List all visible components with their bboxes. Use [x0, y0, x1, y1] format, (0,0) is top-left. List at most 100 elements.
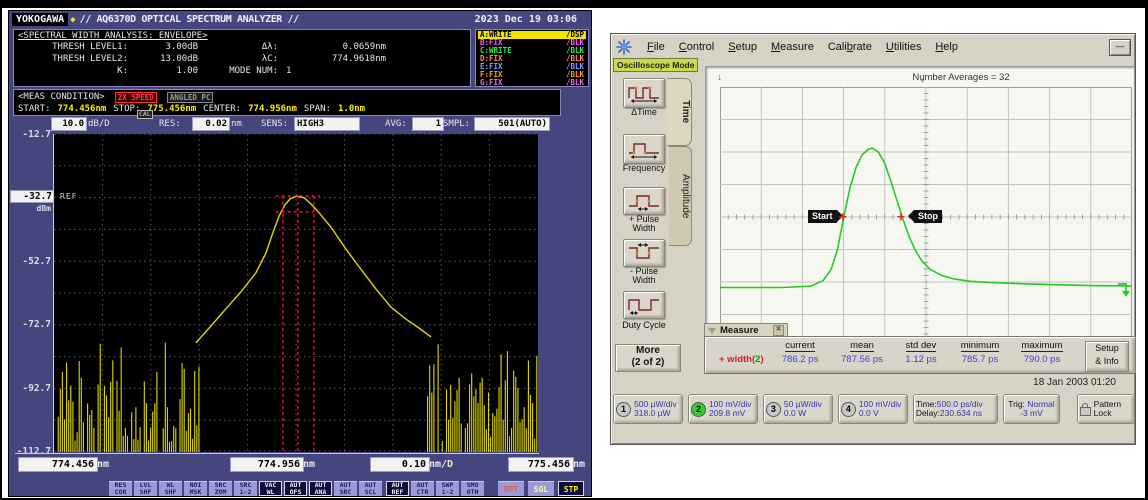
- channel-3-settings: 50 µW/div 0.0 W: [783, 398, 822, 418]
- softkey-wl-shf[interactable]: WL SHF: [159, 481, 182, 496]
- softkey-aut-ref[interactable]: AUT REF: [386, 481, 409, 496]
- speed-badge: 2X SPEED: [114, 91, 157, 103]
- stop-cursor-flag[interactable]: Stop: [908, 210, 942, 223]
- menu-calibrate[interactable]: Calibrate: [828, 41, 872, 53]
- x-scale-unit: nm/D: [429, 459, 454, 470]
- plus-pulse-width-button[interactable]: [623, 187, 665, 215]
- minus-pulse-width-icon: [629, 243, 659, 259]
- softkey-smo-oth[interactable]: SMO OTH: [461, 481, 484, 496]
- res-label: RES:: [159, 119, 181, 129]
- measure-tab[interactable]: Measure ✕: [704, 323, 788, 337]
- avg-value: 1: [413, 118, 443, 130]
- meas-condition-values-row: START: 774.456nm STOP: 775.456nm CENTER:…: [18, 103, 556, 115]
- spectral-width-analysis-box: <SPECTRAL WIDTH ANALYSIS: ENVELOPE> THRE…: [13, 29, 471, 87]
- more-button[interactable]: More (2 of 2): [615, 344, 681, 372]
- softkey-aut-scl[interactable]: AUT SCL: [359, 481, 382, 496]
- start-value: 774.456nm: [57, 104, 107, 114]
- channel-1-button[interactable]: 1 500 µW/div 318.0 µW: [613, 394, 683, 424]
- measure-col-current: current 786.2 ps: [781, 340, 819, 365]
- softkey-res-cor[interactable]: RES COR: [109, 481, 132, 496]
- menu-measure[interactable]: Measure: [771, 41, 814, 53]
- softkey-vac-wl[interactable]: VAC WL: [259, 481, 282, 496]
- channel-1-settings: 500 µW/div 318.0 µW: [634, 398, 677, 418]
- measure-col-maximum: maximum 790.0 ps: [1021, 340, 1063, 365]
- channel-3-button[interactable]: 3 50 µW/div 0.0 W: [762, 394, 833, 424]
- minimize-button[interactable]: —: [1109, 39, 1131, 56]
- delta-lambda-value: 0.0659nm: [342, 42, 386, 52]
- softkey-src-1-2[interactable]: SRC 1-2: [234, 481, 257, 496]
- res-unit: nm: [231, 119, 242, 129]
- softkey-aut-ctr[interactable]: AUT CTR: [411, 481, 434, 496]
- stop-cursor-marker[interactable]: +: [897, 211, 905, 224]
- start-cursor-flag[interactable]: Start: [808, 210, 842, 223]
- trace-g-mode: /BLK: [565, 78, 584, 87]
- meas-condition-heading-row: <MEAS CONDITION> 2X SPEED ANGLED PC: [18, 91, 556, 103]
- tab-time[interactable]: Time: [667, 78, 692, 146]
- start-cursor-marker[interactable]: +: [839, 211, 847, 224]
- smpl-label: SMPL:: [443, 119, 471, 129]
- start-label: START:: [18, 104, 51, 114]
- osa-screen: YOKOGAWA ◆ // AQ6370D OPTICAL SPECTRUM A…: [8, 10, 592, 497]
- softkey-aut-ofs[interactable]: AUT OFS: [284, 481, 307, 496]
- osa-spectrum-svg: [54, 133, 538, 452]
- trigger-button[interactable]: Trig: Normal -3 mV: [1003, 394, 1060, 424]
- y-tick--92.7: -92.7: [22, 383, 51, 394]
- timebase-button[interactable]: Time:500.0 ps/div Delay:230.634 ns: [912, 394, 999, 424]
- osa-x-axis-row: 774.456 nm 774.956 nm 0.10 nm/D 775.456 …: [9, 458, 591, 472]
- menu-setup[interactable]: Setup: [728, 41, 757, 53]
- softkey-aut-ana[interactable]: AUT ANA: [309, 481, 332, 496]
- frequency-label: Frequency: [622, 163, 666, 173]
- horizontal-reference-icon: +: [920, 76, 926, 86]
- lock-icon: [1079, 403, 1091, 416]
- timebase-settings: Time:500.0 ps/div Delay:230.634 ns: [915, 398, 983, 418]
- trigger-settings: Trig: Normal -3 mV: [1008, 398, 1055, 418]
- x-stop-unit: nm: [573, 459, 586, 470]
- menu-help[interactable]: Help: [935, 41, 958, 53]
- k-label: K:: [117, 66, 128, 76]
- channel-4-number: 4: [840, 401, 856, 417]
- thresh-level2-label: THRESH LEVEL2:: [52, 54, 128, 64]
- ref-marker-label: REF: [60, 192, 78, 201]
- channel-2-button[interactable]: 2 100 mV/div 209.8 mV: [687, 394, 758, 424]
- setup-info-button[interactable]: Setup & Info: [1085, 341, 1129, 372]
- minus-pulse-width-label: - Pulse Width: [629, 266, 658, 285]
- duty-cycle-button[interactable]: [623, 291, 665, 319]
- trace-row-g[interactable]: G:FIX/BLK: [478, 79, 586, 87]
- thresh-level1-label: THRESH LEVEL1:: [52, 42, 128, 52]
- oscilloscope-mode-label: Oscilloscope Mode: [613, 58, 699, 72]
- y-tick--12.7: -12.7: [22, 129, 51, 140]
- trigger-position-icon: ↓: [717, 72, 722, 83]
- close-icon[interactable]: ✕: [773, 325, 784, 336]
- softkey-aut-src[interactable]: AUT SRC: [334, 481, 357, 496]
- menu-control[interactable]: Control: [679, 41, 714, 53]
- pattern-lock-button[interactable]: Pattern Lock: [1076, 394, 1135, 424]
- softkey-src-zom[interactable]: SRC ZOM: [209, 481, 232, 496]
- span-label: SPAN:: [303, 104, 331, 114]
- channel-4-button[interactable]: 4 100 mV/div 0.0 V: [837, 394, 908, 424]
- measure-body: + width(2) current 786.2 ps mean 787.56 ps…: [704, 336, 1136, 374]
- scope-window: File Control Setup Measure Calibrate Uti…: [610, 33, 1136, 445]
- repeat-sweep-key[interactable]: RPT: [498, 481, 524, 496]
- sens-label: SENS:: [261, 119, 289, 129]
- minus-pulse-width-button[interactable]: [623, 239, 665, 267]
- single-sweep-key[interactable]: SGL: [528, 481, 554, 496]
- measure-col-mean: mean 787.56 ps: [841, 340, 883, 365]
- agilent-starburst-logo: [616, 39, 632, 55]
- x-stop-value: 775.456: [509, 458, 573, 471]
- collapse-triangle-icon[interactable]: [708, 327, 716, 334]
- delta-time-button[interactable]: [623, 78, 665, 108]
- softkey-swp-1-2[interactable]: SWP 1-2: [436, 481, 459, 496]
- stop-sweep-key[interactable]: STP: [558, 481, 584, 496]
- softkey-lvl-shf[interactable]: LVL SHF: [134, 481, 157, 496]
- x-center-value: 774.956: [231, 458, 303, 471]
- softkey-noi-msk[interactable]: NOI MSK: [184, 481, 207, 496]
- ref-level-box: -32.7: [11, 191, 53, 202]
- y-tick--112.7: -112.7: [16, 446, 51, 457]
- menu-file[interactable]: File: [647, 41, 665, 53]
- analysis-grid: THRESH LEVEL1: 3.00dB Δλ: 0.0659nm THRES…: [18, 41, 466, 77]
- tab-amplitude[interactable]: Amplitude: [669, 146, 692, 246]
- frequency-button[interactable]: [623, 134, 665, 164]
- y-tick--72.7: -72.7: [22, 319, 51, 330]
- menu-utilities[interactable]: Utilities: [886, 41, 921, 53]
- center-value: 774.956nm: [248, 104, 297, 114]
